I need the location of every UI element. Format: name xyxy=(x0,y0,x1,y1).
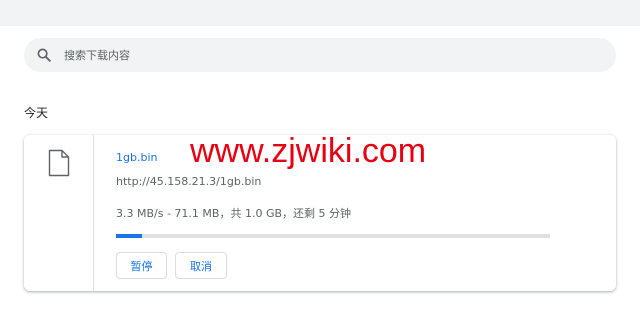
date-heading: 今天 xyxy=(24,106,49,120)
file-icon-column xyxy=(24,135,94,291)
file-name-link[interactable]: 1gb.bin xyxy=(116,151,157,164)
progress-bar-fill xyxy=(116,234,143,238)
search-icon xyxy=(36,47,52,63)
pause-button[interactable]: 暂停 xyxy=(116,252,167,279)
cancel-button[interactable]: 取消 xyxy=(175,252,227,279)
watermark: www.zjwiki.com xyxy=(190,132,427,170)
search-input[interactable] xyxy=(64,45,564,65)
progress-bar xyxy=(116,234,550,238)
top-bar xyxy=(0,0,640,26)
downloads-page: 今天 1gb.bin http://45.158.21.3/1gb.bin 3.… xyxy=(0,0,640,309)
download-status: 3.3 MB/s - 71.1 MB，共 1.0 GB，还剩 5 分钟 xyxy=(116,207,352,220)
file-url: http://45.158.21.3/1gb.bin xyxy=(116,175,262,188)
search-box[interactable] xyxy=(24,38,616,72)
file-icon xyxy=(48,149,70,177)
